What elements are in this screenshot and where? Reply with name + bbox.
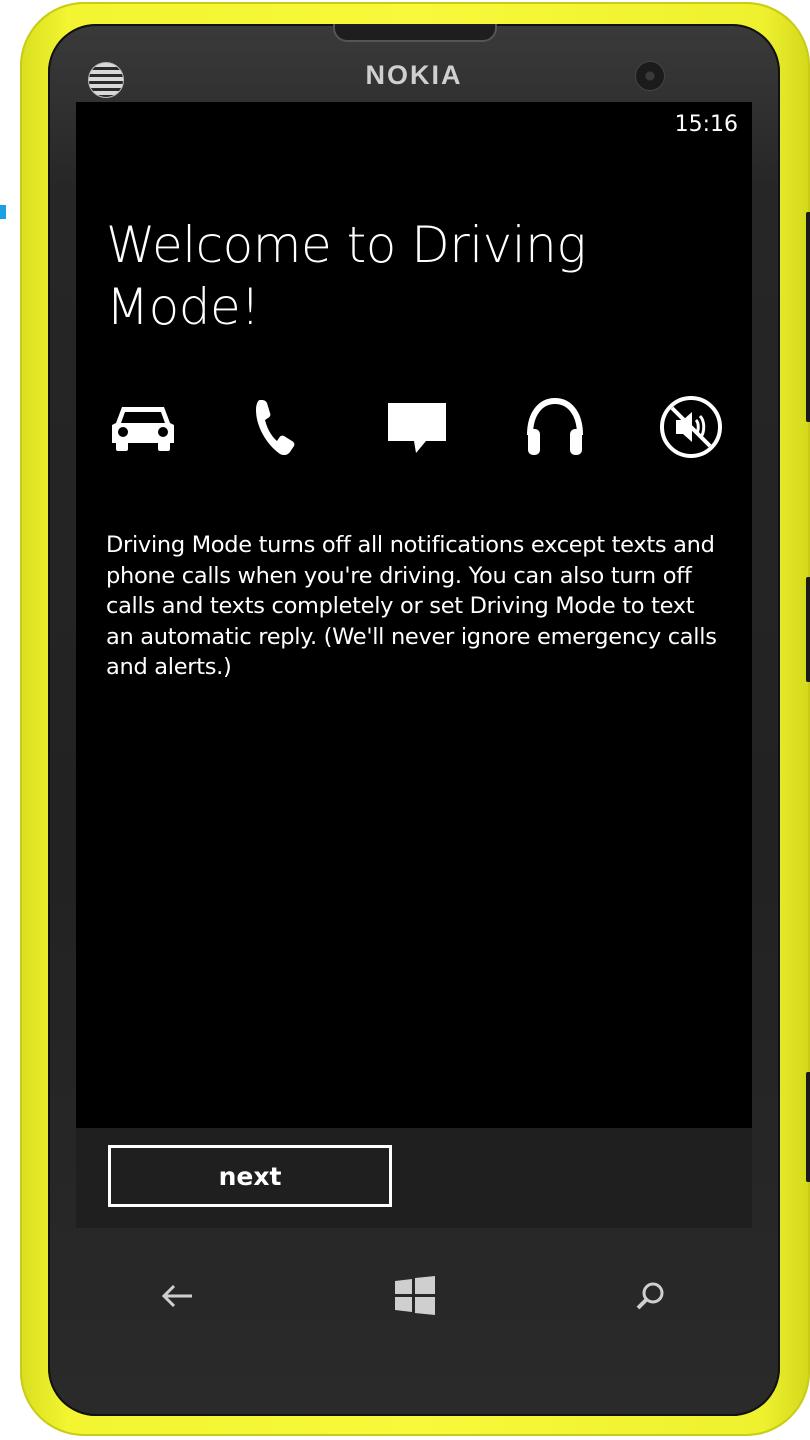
back-icon[interactable] <box>148 1274 208 1318</box>
accent-mark <box>0 205 6 219</box>
camera-button <box>806 1072 810 1182</box>
search-icon[interactable] <box>620 1274 680 1318</box>
message-icon <box>382 392 452 462</box>
phone-body: NOKIA 15:16 Welcome to Driving Mode! Dri… <box>20 2 810 1436</box>
app-bar: next <box>76 1128 752 1228</box>
page-title: Welcome to Driving Mode! <box>106 216 586 336</box>
phone-bezel: NOKIA 15:16 Welcome to Driving Mode! Dri… <box>48 24 780 1416</box>
phone-screen: 15:16 Welcome to Driving Mode! Driving M… <box>76 102 752 1228</box>
mute-icon <box>656 392 726 462</box>
feature-icons <box>108 392 728 462</box>
status-time: 15:16 <box>674 112 738 137</box>
brand-logo: NOKIA <box>365 60 463 90</box>
next-button[interactable]: next <box>108 1145 392 1207</box>
phone-icon <box>242 392 312 462</box>
description-text: Driving Mode turns off all notifications… <box>106 532 717 680</box>
headphones-icon <box>520 392 590 462</box>
hardware-nav-bar <box>48 1254 780 1334</box>
volume-button <box>806 212 810 422</box>
car-icon <box>108 392 178 462</box>
windows-start-icon[interactable] <box>385 1274 445 1318</box>
earpiece-speaker <box>333 24 497 42</box>
power-button <box>806 577 810 682</box>
front-camera <box>635 61 665 91</box>
